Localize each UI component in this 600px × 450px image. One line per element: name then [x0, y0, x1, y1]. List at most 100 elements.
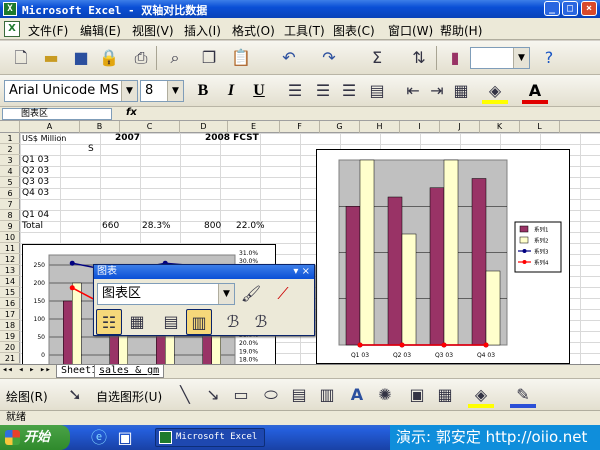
cell-d8[interactable]: 800: [204, 221, 221, 232]
draw-menu[interactable]: 绘图(R): [6, 388, 48, 405]
chart-right[interactable]: Q1 03 Q2 03 Q3 03 Q4 03 系列1 系列2 系列3 系列4: [316, 149, 570, 364]
minimize-button[interactable]: _: [544, 1, 560, 16]
chevron-down-icon[interactable]: ▼: [121, 81, 137, 101]
line-icon[interactable]: ╲: [172, 382, 198, 408]
fx-icon[interactable]: fx: [126, 107, 137, 118]
cell-a6[interactable]: Q4 03: [22, 188, 49, 199]
col-header-i[interactable]: I: [400, 121, 440, 133]
chart-toolbar[interactable]: 图表 ▾ × 图表区 ▼ 🖌 ⟋ ☷ ▦ ▤ ▥ ℬ ℬ: [93, 264, 315, 336]
chevron-down-icon[interactable]: ▼: [513, 48, 529, 68]
row-header-4[interactable]: 4: [0, 166, 20, 177]
col-header-h[interactable]: H: [360, 121, 400, 133]
menu-help[interactable]: 帮助(H): [440, 22, 482, 39]
col-header-f[interactable]: F: [280, 121, 320, 133]
menu-view[interactable]: 视图(V): [132, 22, 174, 39]
col-header-g[interactable]: G: [320, 121, 360, 133]
row-header-6[interactable]: 6: [0, 188, 20, 199]
row-header-1[interactable]: 1: [0, 133, 20, 144]
maximize-button[interactable]: □: [562, 1, 578, 16]
cell-d1[interactable]: 2008 FCST: [205, 133, 259, 144]
chart-wizard-icon[interactable]: ▮: [442, 45, 468, 71]
font-size-combo[interactable]: 8 ▼: [140, 80, 184, 102]
help-icon[interactable]: ?: [536, 45, 562, 71]
italic-button[interactable]: I: [218, 78, 244, 104]
row-header-13[interactable]: 13: [0, 265, 20, 276]
chart-type-icon[interactable]: ⟋: [270, 281, 296, 307]
ie-icon[interactable]: ⓔ: [86, 425, 112, 450]
chevron-down-icon[interactable]: ▼: [167, 81, 183, 101]
menu-edit[interactable]: 编辑(E): [80, 22, 121, 39]
menu-tools[interactable]: 工具(T): [284, 22, 325, 39]
col-header-l[interactable]: L: [520, 121, 560, 133]
row-header-16[interactable]: 16: [0, 298, 20, 309]
save-icon[interactable]: ■: [68, 45, 94, 71]
row-header-9[interactable]: 9: [0, 221, 20, 232]
draw-fill-color-icon[interactable]: ◈: [468, 382, 494, 408]
col-header-b[interactable]: B: [80, 121, 120, 133]
name-box[interactable]: 图表区: [2, 108, 112, 120]
row-header-12[interactable]: 12: [0, 254, 20, 265]
research-icon[interactable]: ⌕: [162, 45, 188, 71]
excel-app-icon[interactable]: X: [3, 2, 17, 16]
fill-color-icon[interactable]: ◈: [482, 78, 508, 104]
row-header-19[interactable]: 19: [0, 331, 20, 342]
underline-button[interactable]: U: [246, 78, 272, 104]
chart-toolbar-header[interactable]: 图表 ▾ ×: [94, 265, 314, 279]
cell-b2[interactable]: S: [88, 144, 94, 155]
chart-object-combo[interactable]: 图表区 ▼: [97, 283, 235, 305]
select-all-corner[interactable]: [0, 121, 20, 133]
row-header-7[interactable]: 7: [0, 199, 20, 210]
select-objects-icon[interactable]: ➘: [62, 382, 88, 408]
row-header-20[interactable]: 20: [0, 342, 20, 353]
chevron-down-icon[interactable]: ▼: [218, 284, 234, 304]
open-icon[interactable]: ▬: [38, 45, 64, 71]
cell-e8[interactable]: 22.0%: [236, 221, 265, 232]
col-header-a[interactable]: A: [20, 121, 80, 133]
align-center-icon[interactable]: ☰: [310, 78, 336, 104]
by-column-icon[interactable]: ▥: [186, 309, 212, 335]
font-color-icon[interactable]: A: [522, 78, 548, 104]
title-bar[interactable]: X Microsoft Excel - 双轴对比数据 _ □ ×: [0, 0, 600, 18]
picture-icon[interactable]: ▣: [404, 382, 430, 408]
sort-icon[interactable]: ⇅: [406, 45, 432, 71]
menu-insert[interactable]: 插入(I): [184, 22, 221, 39]
row-header-18[interactable]: 18: [0, 320, 20, 331]
borders-icon[interactable]: ▦: [448, 78, 474, 104]
legend-icon[interactable]: ☷: [96, 309, 122, 335]
permission-icon[interactable]: 🔒: [96, 45, 122, 71]
paste-icon[interactable]: 📋: [228, 45, 254, 71]
autosum-icon[interactable]: Σ: [364, 45, 390, 71]
new-icon[interactable]: 🗋: [8, 45, 34, 71]
cell-a7[interactable]: Q1 04: [22, 210, 49, 221]
col-header-j[interactable]: J: [440, 121, 480, 133]
tab-scroll-icon[interactable]: ◂◂ ◂ ▸ ▸▸: [2, 365, 51, 375]
font-name-combo[interactable]: Arial Unicode MS ▼: [4, 80, 138, 102]
cell-c1[interactable]: 2007: [115, 133, 140, 144]
col-header-k[interactable]: K: [480, 121, 520, 133]
cell-b8[interactable]: 660: [102, 221, 119, 232]
redo-icon[interactable]: ↷: [316, 45, 342, 71]
data-table-icon[interactable]: ▦: [124, 309, 150, 335]
worksheet[interactable]: A B C D E F G H I J K L 1 2 3 4 5 6 7 8 9 10 11 12 1…: [0, 121, 600, 364]
menu-window[interactable]: 窗口(W): [388, 22, 433, 39]
menu-chart[interactable]: 图表(C): [333, 22, 375, 39]
rectangle-icon[interactable]: ▭: [228, 382, 254, 408]
by-row-icon[interactable]: ▤: [158, 309, 184, 335]
align-left-icon[interactable]: ☰: [282, 78, 308, 104]
menu-file[interactable]: 文件(F): [28, 22, 68, 39]
decrease-indent-icon[interactable]: ⇤: [400, 78, 426, 104]
copy-icon[interactable]: ❐: [196, 45, 222, 71]
textbox-icon[interactable]: ▤: [286, 382, 312, 408]
angle-text-up-icon[interactable]: ℬ: [248, 309, 274, 335]
arrow-icon[interactable]: ↘: [200, 382, 226, 408]
zoom-combo[interactable]: ▼: [470, 47, 530, 69]
row-header-8[interactable]: 8: [0, 210, 20, 221]
row-header-2[interactable]: 2: [0, 144, 20, 155]
show-desktop-icon[interactable]: ▣: [112, 425, 138, 450]
cell-a4[interactable]: Q2 03: [22, 166, 49, 177]
undo-icon[interactable]: ↶: [276, 45, 302, 71]
chart-toolbar-close-icon[interactable]: ▾ ×: [293, 265, 310, 279]
row-header-14[interactable]: 14: [0, 276, 20, 287]
cell-a1[interactable]: US$ Million: [22, 133, 66, 144]
tab-sales-gm[interactable]: sales & gm: [94, 365, 165, 378]
